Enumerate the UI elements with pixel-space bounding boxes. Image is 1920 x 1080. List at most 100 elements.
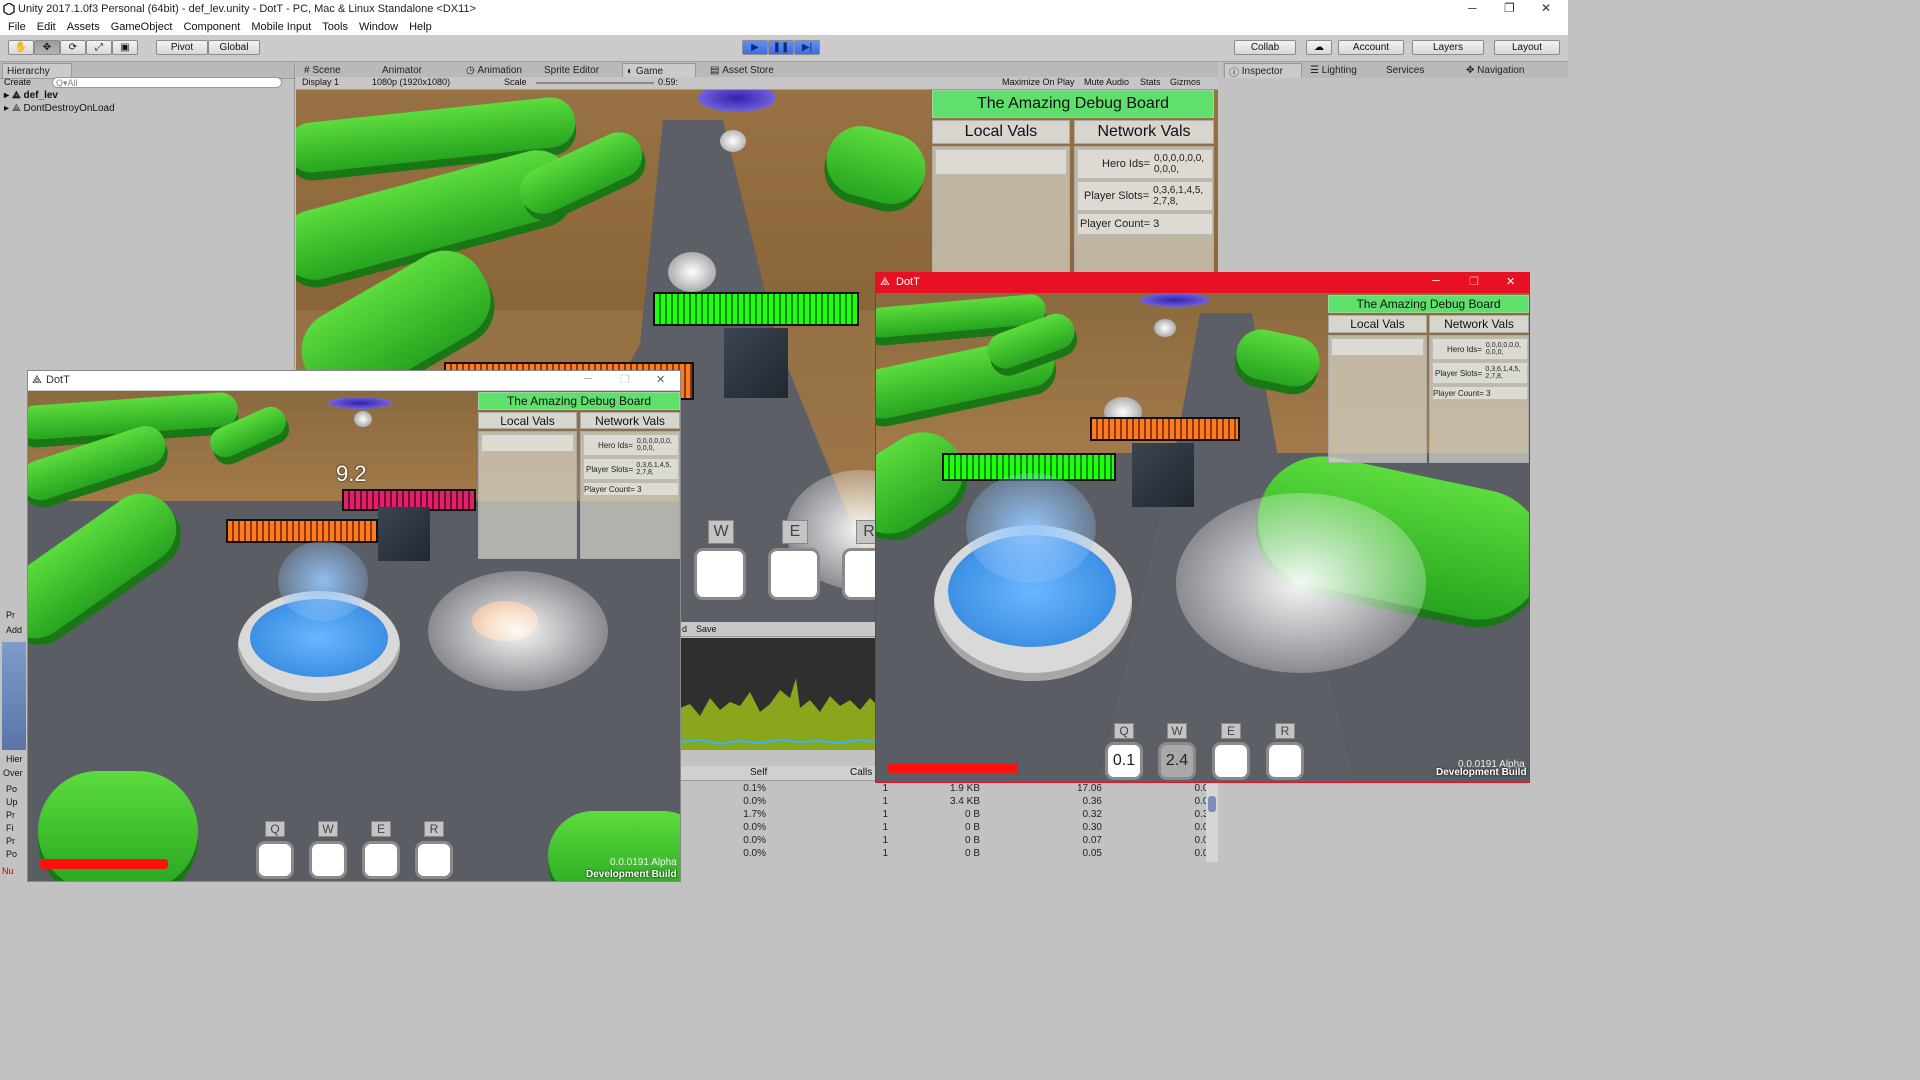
hierarchy-item-def-lev[interactable]: ▸ ⟁ def_lev: [4, 90, 58, 101]
minimize-button[interactable]: ─: [1432, 275, 1440, 287]
tab-animator[interactable]: Animator: [378, 63, 426, 78]
hero-ids-label: Hero Ids=: [1102, 158, 1150, 170]
ability-slot-e[interactable]: [768, 548, 820, 600]
create-dropdown[interactable]: Create: [4, 77, 44, 89]
dott-right-viewport[interactable]: The Amazing Debug Board Local Vals Netwo…: [876, 293, 1529, 782]
minimize-button[interactable]: ─: [584, 373, 592, 385]
version-label: 0.0.0191 Alpha: [610, 857, 677, 868]
profiler-toolbar-fragment[interactable]: d: [682, 624, 687, 634]
ability-slot-r[interactable]: [1266, 742, 1304, 780]
ability-slot-q[interactable]: 0.1: [1105, 742, 1143, 780]
spawn-portal: [1140, 293, 1210, 307]
cloud-button[interactable]: ☁: [1306, 40, 1332, 55]
profiler-row[interactable]: 0.1% 1 1.9 KB 17.06 0.02: [680, 782, 1220, 795]
tower-orb: [354, 411, 372, 427]
hierarchy-tab-fragment[interactable]: Hier: [6, 754, 23, 764]
profiler-save-button[interactable]: Save: [696, 624, 717, 634]
profiler-row[interactable]: 0.0% 1 0 B 0.07 0.00: [680, 834, 1220, 847]
rect-tool-button[interactable]: ▣: [112, 40, 138, 55]
tab-network-vals[interactable]: Network Vals: [580, 412, 680, 429]
tab-network-vals[interactable]: Network Vals: [1074, 120, 1214, 144]
profiler-row[interactable]: 0.0% 1 0 B 0.05 0.00: [680, 847, 1220, 860]
play-button[interactable]: ▶: [742, 40, 768, 55]
tab-hierarchy[interactable]: Hierarchy: [2, 63, 72, 78]
tab-sprite-editor[interactable]: Sprite Editor: [540, 63, 603, 78]
menu-window[interactable]: Window: [359, 21, 398, 33]
ability-slot-q[interactable]: [256, 841, 294, 879]
tab-navigation[interactable]: ✥ Navigation: [1462, 63, 1528, 78]
menu-help[interactable]: Help: [409, 21, 432, 33]
hierarchy-item-dontdestroy[interactable]: ▸ ⟁ DontDestroyOnLoad: [4, 103, 115, 114]
scale-tool-button[interactable]: ⤢: [86, 40, 112, 55]
account-dropdown[interactable]: Account: [1338, 40, 1404, 55]
tab-network-vals[interactable]: Network Vals: [1429, 315, 1529, 333]
tab-inspector[interactable]: ⓘ Inspector: [1224, 63, 1302, 79]
resolution-dropdown[interactable]: 1080p (1920x1080): [372, 77, 450, 87]
header-self[interactable]: Self: [750, 767, 767, 778]
menu-gameobject[interactable]: GameObject: [111, 21, 173, 33]
hierarchy-search-input[interactable]: Q▾All: [52, 77, 282, 88]
maximize-button[interactable]: ❐: [1504, 1, 1515, 15]
dott-left-viewport[interactable]: 9.2 The Amazing Debug Board Local Vals N…: [28, 391, 680, 881]
ability-slot-e[interactable]: [362, 841, 400, 879]
pivot-toggle[interactable]: Pivot: [156, 40, 208, 55]
tab-lighting[interactable]: ☰ Lighting: [1306, 63, 1361, 78]
display-dropdown[interactable]: Display 1: [302, 77, 339, 87]
scrollbar-thumb[interactable]: [1208, 796, 1216, 812]
maximize-button[interactable]: ❐: [620, 373, 630, 386]
pause-button[interactable]: ❚❚: [768, 40, 794, 55]
profiler-scrollbar[interactable]: [1206, 782, 1218, 862]
profiler-graph[interactable]: [680, 638, 876, 750]
move-tool-button[interactable]: ✥: [34, 40, 60, 55]
maximize-button[interactable]: ❐: [1469, 275, 1479, 288]
close-button[interactable]: ✕: [1506, 275, 1515, 288]
layout-label: Layout: [1511, 42, 1543, 53]
profiler-row[interactable]: 1.7% 1 0 B 0.32 0.32: [680, 808, 1220, 821]
close-button[interactable]: ✕: [1541, 1, 1551, 15]
ability-slot-r[interactable]: [415, 841, 453, 879]
row-fragment: Po: [6, 784, 18, 794]
minimize-button[interactable]: ─: [1468, 1, 1477, 15]
maximize-on-play-toggle[interactable]: Maximize On Play: [1002, 77, 1075, 87]
tab-scene[interactable]: # Scene: [300, 63, 345, 78]
profiler-cell: 1: [882, 835, 888, 846]
ability-slot-w[interactable]: 2.4: [1158, 742, 1196, 780]
tab-animation[interactable]: ◷ Animation: [462, 63, 526, 78]
global-toggle[interactable]: Global: [208, 40, 260, 55]
step-icon: ▶|: [801, 42, 813, 53]
step-button[interactable]: ▶|: [794, 40, 820, 55]
spawn-portal: [328, 397, 392, 409]
close-button[interactable]: ✕: [656, 373, 665, 386]
menu-tools[interactable]: Tools: [322, 21, 348, 33]
menu-component[interactable]: Component: [183, 21, 240, 33]
hand-tool-button[interactable]: ✋: [8, 40, 34, 55]
tab-local-vals[interactable]: Local Vals: [478, 412, 577, 429]
ability-slot-w[interactable]: [694, 548, 746, 600]
ability-slot-e[interactable]: [1212, 742, 1250, 780]
menu-mobile-input[interactable]: Mobile Input: [251, 21, 311, 33]
tab-local-vals[interactable]: Local Vals: [932, 120, 1070, 144]
profiler-row[interactable]: 0.0% 1 3.4 KB 0.36 0.00: [680, 795, 1220, 808]
project-tab-fragment[interactable]: Pr: [6, 610, 15, 620]
stats-toggle[interactable]: Stats: [1140, 77, 1161, 87]
local-vals-panel: [478, 431, 577, 559]
tab-asset-store[interactable]: ▤ Asset Store: [706, 63, 778, 78]
scale-slider[interactable]: [536, 82, 654, 84]
ability-slot-w[interactable]: [309, 841, 347, 879]
mute-audio-toggle[interactable]: Mute Audio: [1084, 77, 1129, 87]
profiler-row[interactable]: 0.0% 1 0 B 0.30 0.00: [680, 821, 1220, 834]
tab-local-vals[interactable]: Local Vals: [1328, 315, 1427, 333]
header-calls[interactable]: Calls: [850, 767, 872, 778]
menu-edit[interactable]: Edit: [37, 21, 56, 33]
menu-file[interactable]: File: [8, 21, 26, 33]
gizmos-dropdown[interactable]: Gizmos: [1170, 77, 1201, 87]
tab-services[interactable]: Services: [1382, 63, 1428, 78]
layers-dropdown[interactable]: Layers: [1412, 40, 1484, 55]
layout-dropdown[interactable]: Layout: [1494, 40, 1560, 55]
network-vals-panel: Hero Ids= 0,0,0,0,0,0, 0,0,0, Player Slo…: [1429, 335, 1529, 463]
rotate-tool-button[interactable]: ⟳: [60, 40, 86, 55]
tab-game[interactable]: ◐ Game: [622, 63, 696, 78]
collab-dropdown[interactable]: Collab: [1234, 40, 1296, 55]
add-fragment[interactable]: Add: [6, 625, 22, 635]
menu-assets[interactable]: Assets: [67, 21, 100, 33]
